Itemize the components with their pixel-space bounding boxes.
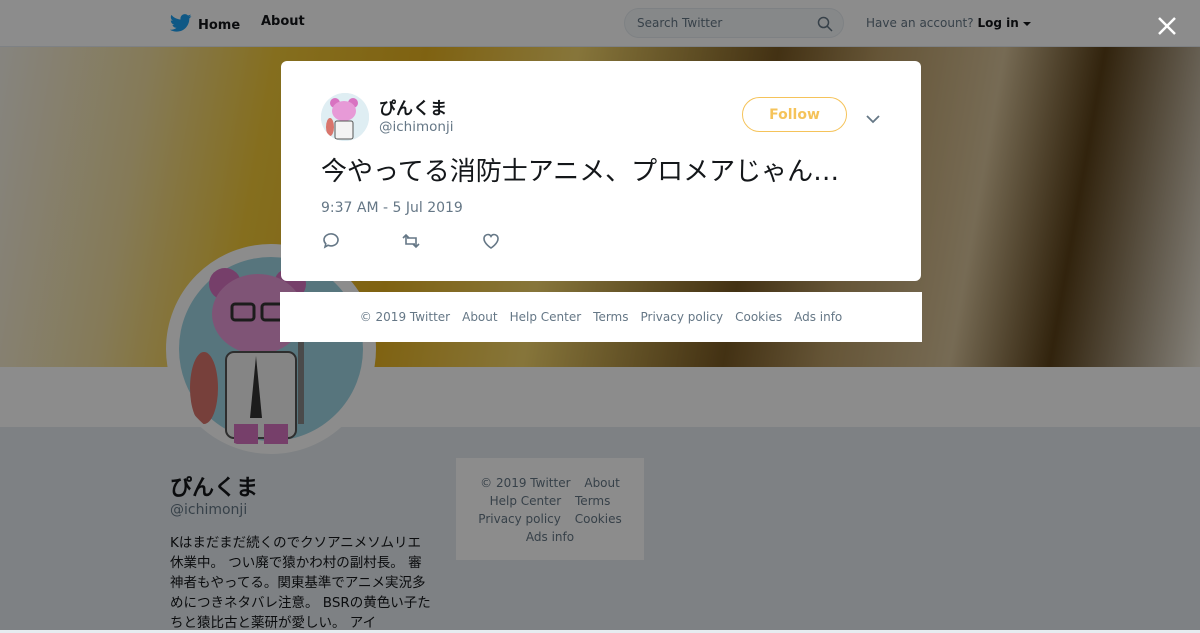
modal-footer-ads[interactable]: Ads info	[794, 310, 842, 324]
like-icon[interactable]	[481, 231, 501, 251]
retweet-icon[interactable]	[401, 231, 421, 251]
tweet-text: 今やってる消防士アニメ、プロメアじゃん…	[321, 157, 840, 187]
modal-footer-privacy[interactable]: Privacy policy	[641, 310, 724, 324]
close-icon[interactable]	[1154, 13, 1180, 43]
tweet-actions	[321, 231, 501, 251]
modal-footer-help[interactable]: Help Center	[510, 310, 582, 324]
modal-footer-cookies[interactable]: Cookies	[735, 310, 782, 324]
modal-footer-copyright: © 2019 Twitter	[359, 310, 451, 324]
modal-footer-about[interactable]: About	[462, 310, 497, 324]
chevron-down-icon[interactable]	[866, 109, 880, 128]
reply-icon[interactable]	[321, 231, 341, 251]
tweet-author-name[interactable]: ぴんくま	[379, 94, 447, 119]
modal-footer-terms[interactable]: Terms	[593, 310, 628, 324]
modal-footer: © 2019 Twitter About Help Center Terms P…	[280, 292, 922, 342]
tweet-author-avatar[interactable]	[321, 93, 369, 141]
tweet-modal: ぴんくま @ichimonji Follow 今やってる消防士アニメ、プロメアじ…	[281, 61, 921, 281]
tweet-timestamp[interactable]: 9:37 AM - 5 Jul 2019	[321, 200, 463, 216]
tweet-author-handle[interactable]: @ichimonji	[379, 119, 453, 135]
follow-button[interactable]: Follow	[742, 97, 847, 132]
